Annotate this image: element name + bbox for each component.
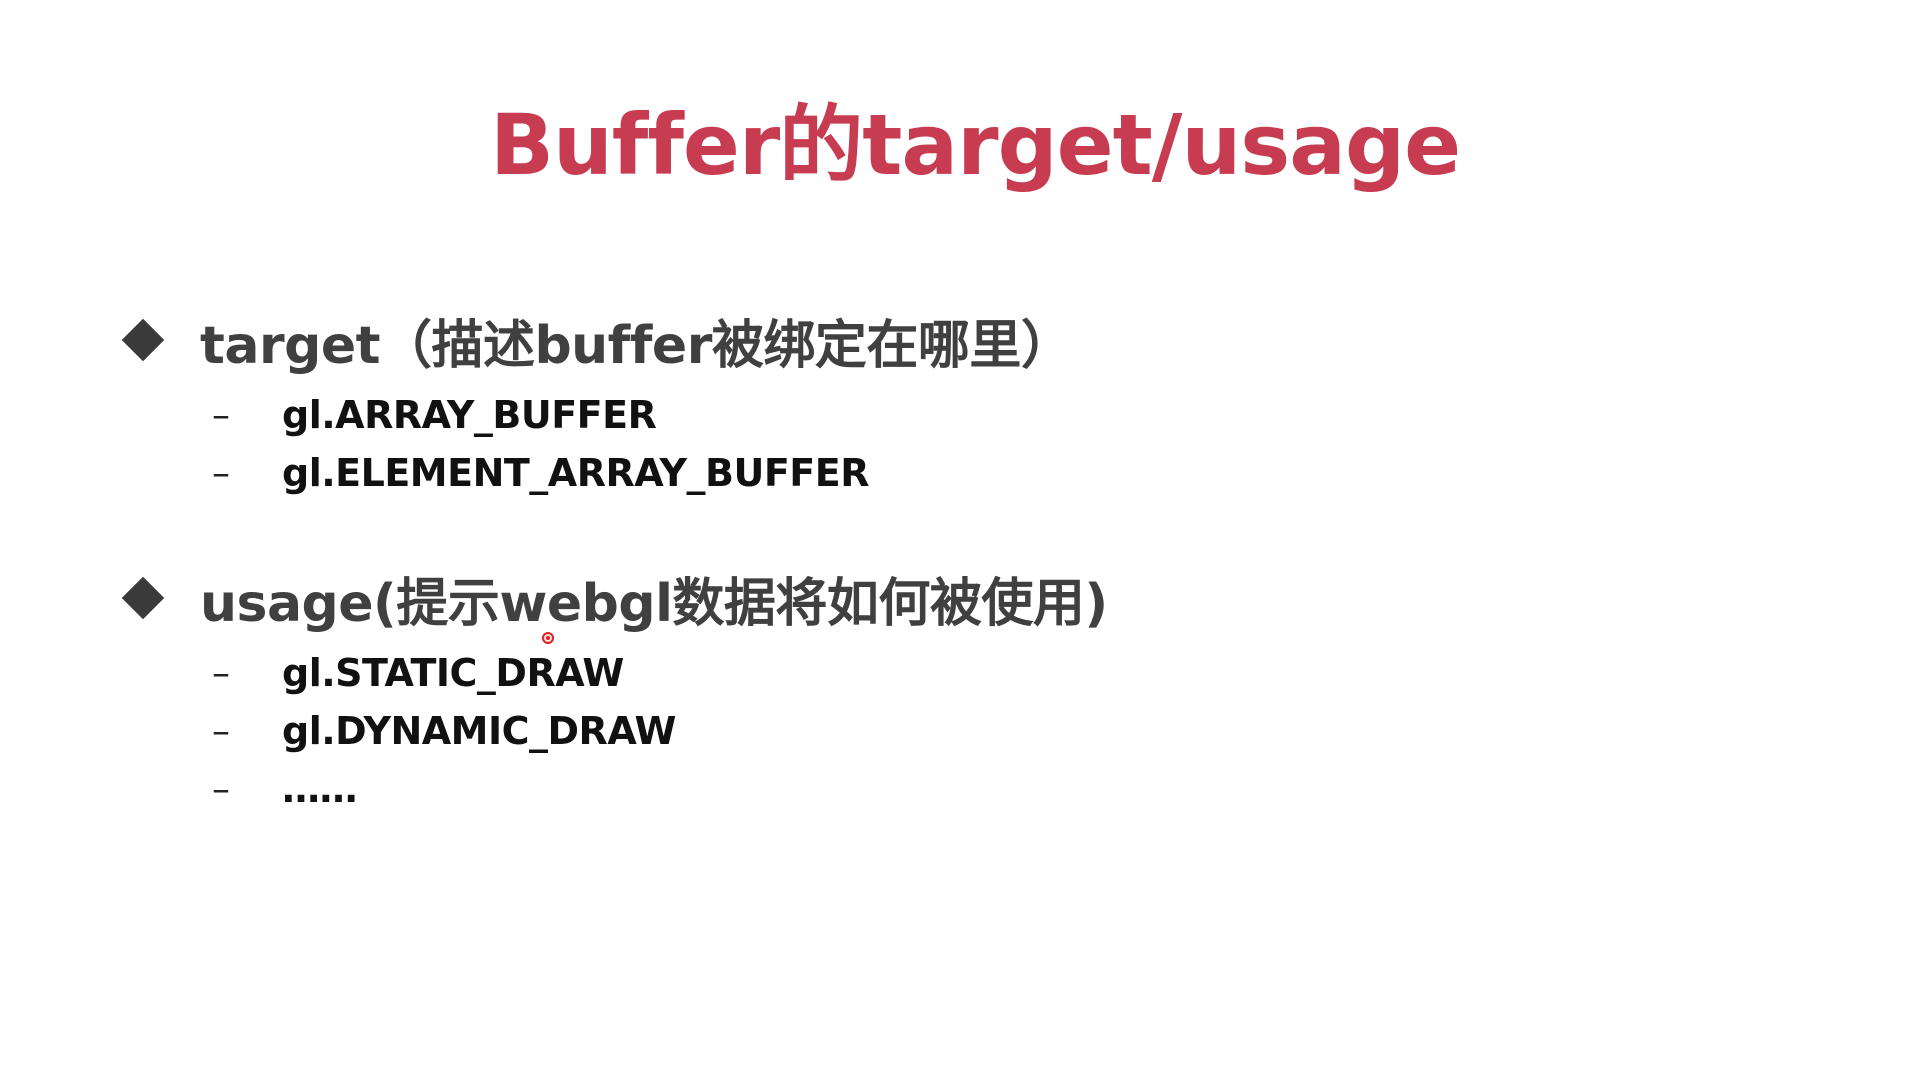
diamond-bullet-icon (121, 318, 165, 362)
list-item: – gl.STATIC_DRAW (212, 644, 1108, 702)
dash-icon: – (212, 652, 230, 694)
dash-icon: – (212, 394, 230, 436)
diamond-bullet-icon (121, 576, 165, 620)
slide: Buffer的target/usage target（描述buffer被绑定在哪… (0, 0, 1920, 1080)
sub-list: – gl.STATIC_DRAW – gl.DYNAMIC_DRAW – …… (120, 644, 1108, 818)
section-target: target（描述buffer被绑定在哪里） – gl.ARRAY_BUFFER… (120, 302, 1073, 502)
bullet-text: target（描述buffer被绑定在哪里） (200, 315, 1073, 376)
pointer-dot-icon (542, 632, 554, 644)
bullet-text: usage(提示webgl数据将如何被使用) (200, 573, 1108, 634)
bullet-row: target（描述buffer被绑定在哪里） (120, 302, 1073, 378)
list-item-text: gl.DYNAMIC_DRAW (282, 709, 676, 753)
bullet-row: usage(提示webgl数据将如何被使用) (120, 560, 1108, 636)
dash-icon: – (212, 768, 230, 810)
list-item: – …… (212, 760, 1108, 818)
dash-icon: – (212, 452, 230, 494)
list-item-text: …… (282, 767, 358, 811)
sub-list: – gl.ARRAY_BUFFER – gl.ELEMENT_ARRAY_BUF… (120, 386, 1072, 502)
dash-icon: – (212, 710, 230, 752)
list-item-text: gl.ARRAY_BUFFER (282, 393, 657, 437)
list-item: – gl.ARRAY_BUFFER (212, 386, 1072, 444)
slide-title: Buffer的target/usage (489, 96, 1461, 194)
section-usage: usage(提示webgl数据将如何被使用) – gl.STATIC_DRAW … (120, 560, 1108, 818)
list-item: – gl.DYNAMIC_DRAW (212, 702, 1108, 760)
list-item-text: gl.STATIC_DRAW (282, 651, 624, 695)
list-item-text: gl.ELEMENT_ARRAY_BUFFER (282, 451, 869, 495)
list-item: – gl.ELEMENT_ARRAY_BUFFER (212, 444, 1072, 502)
